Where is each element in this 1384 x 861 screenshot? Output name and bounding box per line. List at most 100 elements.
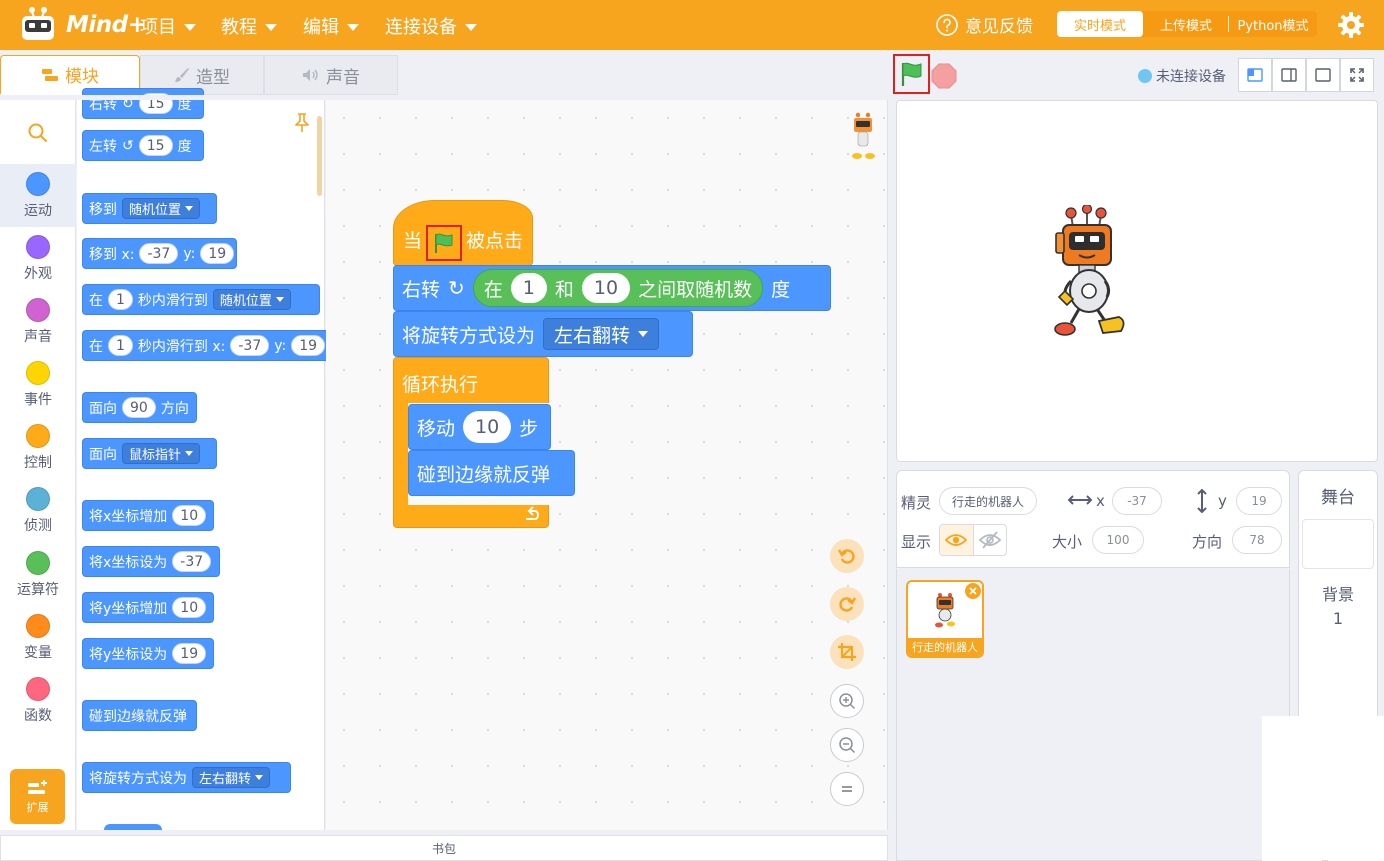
small-stage-icon xyxy=(1247,68,1263,82)
close-icon xyxy=(969,587,977,595)
random-to-input[interactable]: 10 xyxy=(581,273,631,303)
block-dropdown[interactable]: 鼠标指针 xyxy=(122,443,201,464)
category-motion[interactable]: 运动 xyxy=(0,164,76,227)
pin-palette-button[interactable] xyxy=(293,113,311,133)
block-input[interactable]: 19 xyxy=(291,335,326,356)
fullscreen-button[interactable] xyxy=(1340,58,1374,92)
settings-button[interactable] xyxy=(1337,11,1365,39)
set-rotation-style-block[interactable]: 将旋转方式设为 左右翻转 xyxy=(393,311,693,357)
category-variables[interactable]: 变量 xyxy=(0,614,76,662)
palette-block-glide-xy[interactable]: 在 1 秒内滑行到 x: -37 y: 19 xyxy=(82,330,342,361)
tab-blocks-label: 模块 xyxy=(65,67,99,87)
mode-realtime[interactable]: 实时模式 xyxy=(1057,11,1143,37)
backpack-bar[interactable]: 书包 xyxy=(0,835,888,861)
category-sound[interactable]: 声音 xyxy=(0,298,76,346)
palette-scrollbar[interactable] xyxy=(317,116,322,196)
turn-right-random-block[interactable]: 右转 ↻ 在 1 和 10 之间取随机数 度 xyxy=(393,265,831,311)
palette-block-glide-random[interactable]: 在 1 秒内滑行到 随机位置 xyxy=(82,284,320,315)
block-input[interactable]: 10 xyxy=(172,505,207,526)
help-circle-icon xyxy=(936,13,958,36)
palette-block-bounce[interactable]: 碰到边缘就反弹 xyxy=(82,700,197,731)
palette-block-turn-left[interactable]: 左转 ↺ 15 度 xyxy=(82,130,204,161)
palette-block-partial[interactable] xyxy=(104,824,162,830)
rotation-style-dropdown[interactable]: 左右翻转 xyxy=(543,318,660,350)
move-steps-block[interactable]: 移动 10 步 xyxy=(408,404,551,450)
category-operators[interactable]: 运算符 xyxy=(0,551,76,599)
x-input[interactable]: -37 xyxy=(1112,487,1162,515)
block-categories: 运动 外观 声音 事件 控制 侦测 运算符 变量 函数 扩展 xyxy=(0,100,76,830)
palette-block-goto-xy[interactable]: 移到 x: -37 y: 19 xyxy=(82,238,237,269)
crop-cleanup-button[interactable] xyxy=(830,635,864,669)
hide-sprite-button[interactable] xyxy=(972,525,1006,555)
y-input[interactable]: 19 xyxy=(1236,487,1282,515)
extensions-button[interactable]: 扩展 xyxy=(10,769,65,824)
direction-input[interactable]: 78 xyxy=(1232,526,1282,554)
show-sprite-button[interactable] xyxy=(940,525,973,555)
block-input[interactable]: 15 xyxy=(138,135,173,156)
when-flag-clicked-block[interactable]: 当 被点击 xyxy=(393,200,533,266)
block-input[interactable]: 19 xyxy=(172,643,207,664)
stage-canvas[interactable] xyxy=(896,100,1378,462)
mindplus-logo[interactable]: Mind+ xyxy=(14,6,147,44)
green-flag-button[interactable] xyxy=(893,54,930,94)
hide-stage-icon xyxy=(1315,68,1331,82)
tab-sounds[interactable]: 声音 xyxy=(264,55,398,95)
stop-button[interactable] xyxy=(931,63,957,89)
block-input[interactable]: 1 xyxy=(108,335,133,356)
zoom-reset-button[interactable] xyxy=(830,772,864,806)
move-steps-input[interactable]: 10 xyxy=(463,411,512,443)
palette-block-change-y[interactable]: 将y坐标增加 10 xyxy=(82,592,214,623)
block-dropdown[interactable]: 随机位置 xyxy=(212,289,291,310)
small-stage-button[interactable] xyxy=(1238,58,1272,92)
menu-connect-device[interactable]: 连接设备 xyxy=(385,13,477,39)
random-number-block[interactable]: 在 1 和 10 之间取随机数 xyxy=(472,269,764,307)
mode-upload[interactable]: 上传模式 xyxy=(1144,11,1228,37)
palette-block-change-x[interactable]: 将x坐标增加 10 xyxy=(82,500,214,531)
bounce-on-edge-block[interactable]: 碰到边缘就反弹 xyxy=(408,450,575,496)
mode-python[interactable]: Python模式 xyxy=(1229,11,1317,37)
palette-block-point-towards[interactable]: 面向 鼠标指针 xyxy=(82,438,217,469)
size-value: 100 xyxy=(1106,533,1130,547)
zoom-out-button[interactable] xyxy=(830,728,864,762)
random-from-input[interactable]: 1 xyxy=(510,273,547,303)
menu-tutorial[interactable]: 教程 xyxy=(221,13,277,39)
walking-robot-sprite[interactable] xyxy=(1049,205,1129,341)
block-input[interactable]: 90 xyxy=(122,397,156,418)
palette-block-set-x[interactable]: 将x坐标设为 -37 xyxy=(82,546,220,577)
menu-project[interactable]: 项目 xyxy=(140,13,196,39)
redo-button[interactable] xyxy=(830,587,864,621)
category-looks[interactable]: 外观 xyxy=(0,235,76,283)
block-input[interactable]: 10 xyxy=(172,597,207,618)
block-input[interactable]: 1 xyxy=(108,289,133,310)
no-stage-button[interactable] xyxy=(1306,58,1340,92)
size-input[interactable]: 100 xyxy=(1092,526,1144,554)
category-events[interactable]: 事件 xyxy=(0,361,76,409)
dropdown-caret-icon xyxy=(255,775,264,780)
large-stage-button[interactable] xyxy=(1272,58,1306,92)
stage-thumbnail[interactable] xyxy=(1302,519,1374,569)
palette-block-rotation-style[interactable]: 将旋转方式设为 左右翻转 xyxy=(82,762,291,793)
category-functions[interactable]: 函数 xyxy=(0,677,76,725)
robot-logo-icon xyxy=(22,7,54,40)
category-dot-motion xyxy=(26,172,50,196)
block-dropdown[interactable]: 随机位置 xyxy=(122,198,201,219)
zoom-in-button[interactable] xyxy=(830,684,864,718)
palette-block-set-y[interactable]: 将y坐标设为 19 xyxy=(82,638,214,669)
block-dropdown[interactable]: 左右翻转 xyxy=(192,767,271,788)
search-blocks-button[interactable] xyxy=(27,122,49,144)
block-input[interactable]: -37 xyxy=(230,335,270,356)
undo-button[interactable] xyxy=(830,539,864,573)
sprite-name-field[interactable]: 行走的机器人 xyxy=(939,487,1037,515)
block-input[interactable]: -37 xyxy=(139,243,179,264)
palette-block-goto[interactable]: 移到 随机位置 xyxy=(82,193,217,224)
block-text: y: xyxy=(274,337,287,354)
category-sensing[interactable]: 侦测 xyxy=(0,487,76,535)
palette-block-point-direction[interactable]: 面向 90 方向 xyxy=(82,392,197,423)
palette-block-turn-right[interactable]: 右转 ↻ 15 度 xyxy=(82,88,204,119)
block-input[interactable]: -37 xyxy=(172,551,212,572)
menu-edit[interactable]: 编辑 xyxy=(303,13,359,39)
block-input[interactable]: 19 xyxy=(200,243,235,264)
feedback-button[interactable]: 意见反馈 xyxy=(935,12,1033,37)
category-control[interactable]: 控制 xyxy=(0,424,76,472)
delete-sprite-button[interactable] xyxy=(965,583,981,599)
